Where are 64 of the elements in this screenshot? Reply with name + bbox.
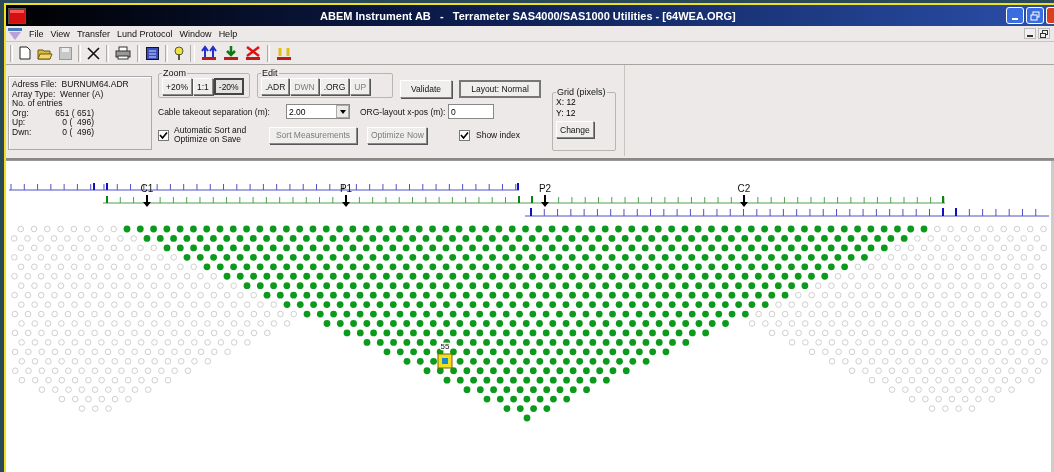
org-xpos-field[interactable]: 0: [448, 104, 494, 119]
arrow-icon: [143, 195, 151, 207]
info-value: 0 ( 496): [61, 118, 94, 128]
group-title: Zoom: [162, 68, 187, 78]
electrode-label: C1: [140, 183, 154, 194]
restore-icon: [1040, 29, 1048, 38]
menu-item[interactable]: View: [50, 28, 70, 39]
electrode-label: P2: [538, 183, 552, 194]
restore-icon: [1030, 10, 1040, 21]
info-text: Array Type: Wenner (A): [12, 89, 105, 100]
show-index-label: Show index: [476, 130, 520, 140]
info-text: Adress File: BURNUM64.ADR: [12, 80, 130, 90]
menu-item[interactable]: Transfer: [76, 28, 111, 39]
org-xpos-label: ORG-layout x-pos (m):: [360, 106, 447, 117]
app-icon: [8, 7, 26, 24]
electrode-label: P1: [339, 183, 353, 194]
print-icon[interactable]: [115, 46, 131, 60]
grid-x-value: X: 12: [556, 97, 576, 108]
minimize-icon: [1012, 17, 1018, 20]
change-button[interactable]: Change: [556, 121, 594, 138]
group-title: Edit: [261, 68, 279, 78]
edit-button[interactable]: .ADR: [261, 78, 290, 95]
info-label: Dwn:: [12, 127, 33, 138]
help-icon[interactable]: [174, 45, 184, 61]
menu-item[interactable]: File: [29, 28, 44, 39]
auto-sort-label: Automatic Sort and Optimize on Save: [174, 126, 248, 144]
zoom-button[interactable]: 1:1: [193, 78, 213, 95]
zoom-button[interactable]: -20%: [213, 78, 244, 95]
list-icon[interactable]: [146, 46, 159, 60]
window-title: ABEM Instrument AB - Terrameter SAS4000/SAS1000 Utilities - [64WEA.ORG]: [320, 9, 736, 22]
grid-y-value: Y: 12: [556, 108, 576, 119]
selection-marker: [437, 353, 453, 369]
close-button[interactable]: [1046, 7, 1054, 24]
download-icon[interactable]: [223, 45, 239, 61]
info-text: No. of entries: [12, 99, 64, 109]
info-value: 651 ( 651): [54, 108, 94, 119]
delete-icon[interactable]: [245, 45, 261, 61]
cable-separation-dropdown[interactable]: 2.00: [286, 104, 350, 119]
checkbox[interactable]: [158, 129, 169, 141]
checkbox[interactable]: [459, 129, 470, 141]
arrow-icon: [541, 195, 549, 207]
menu-item[interactable]: Lund Protocol: [117, 28, 173, 39]
info-label: Org:: [12, 108, 30, 119]
info-value: 0 ( 496): [61, 127, 94, 138]
info-label: Up:: [12, 118, 26, 128]
minimize-icon: [1027, 34, 1033, 37]
cable-separation-label: Cable takeout separation (m):: [158, 106, 271, 117]
cut-icon[interactable]: [87, 46, 100, 60]
arrow-icon: [740, 195, 748, 207]
folder-icon[interactable]: [37, 46, 53, 60]
caret-icon: [339, 109, 346, 114]
upload-icon[interactable]: [201, 45, 217, 61]
group-title: Grid (pixels): [556, 87, 607, 97]
menu-item[interactable]: Help: [218, 28, 238, 39]
arrow-icon: [342, 195, 350, 207]
zoom-button[interactable]: +20%: [162, 78, 192, 95]
new-file-icon[interactable]: [19, 46, 31, 60]
minimize-button[interactable]: [1024, 28, 1036, 39]
restore-button[interactable]: [1038, 28, 1050, 39]
menu-item[interactable]: Window: [179, 28, 212, 39]
edit-button[interactable]: .ORG: [319, 78, 350, 95]
electrode-label: C2: [737, 183, 751, 194]
layout-button[interactable]: Layout: Normal: [459, 80, 541, 98]
validate-button[interactable]: Validate: [400, 80, 452, 98]
